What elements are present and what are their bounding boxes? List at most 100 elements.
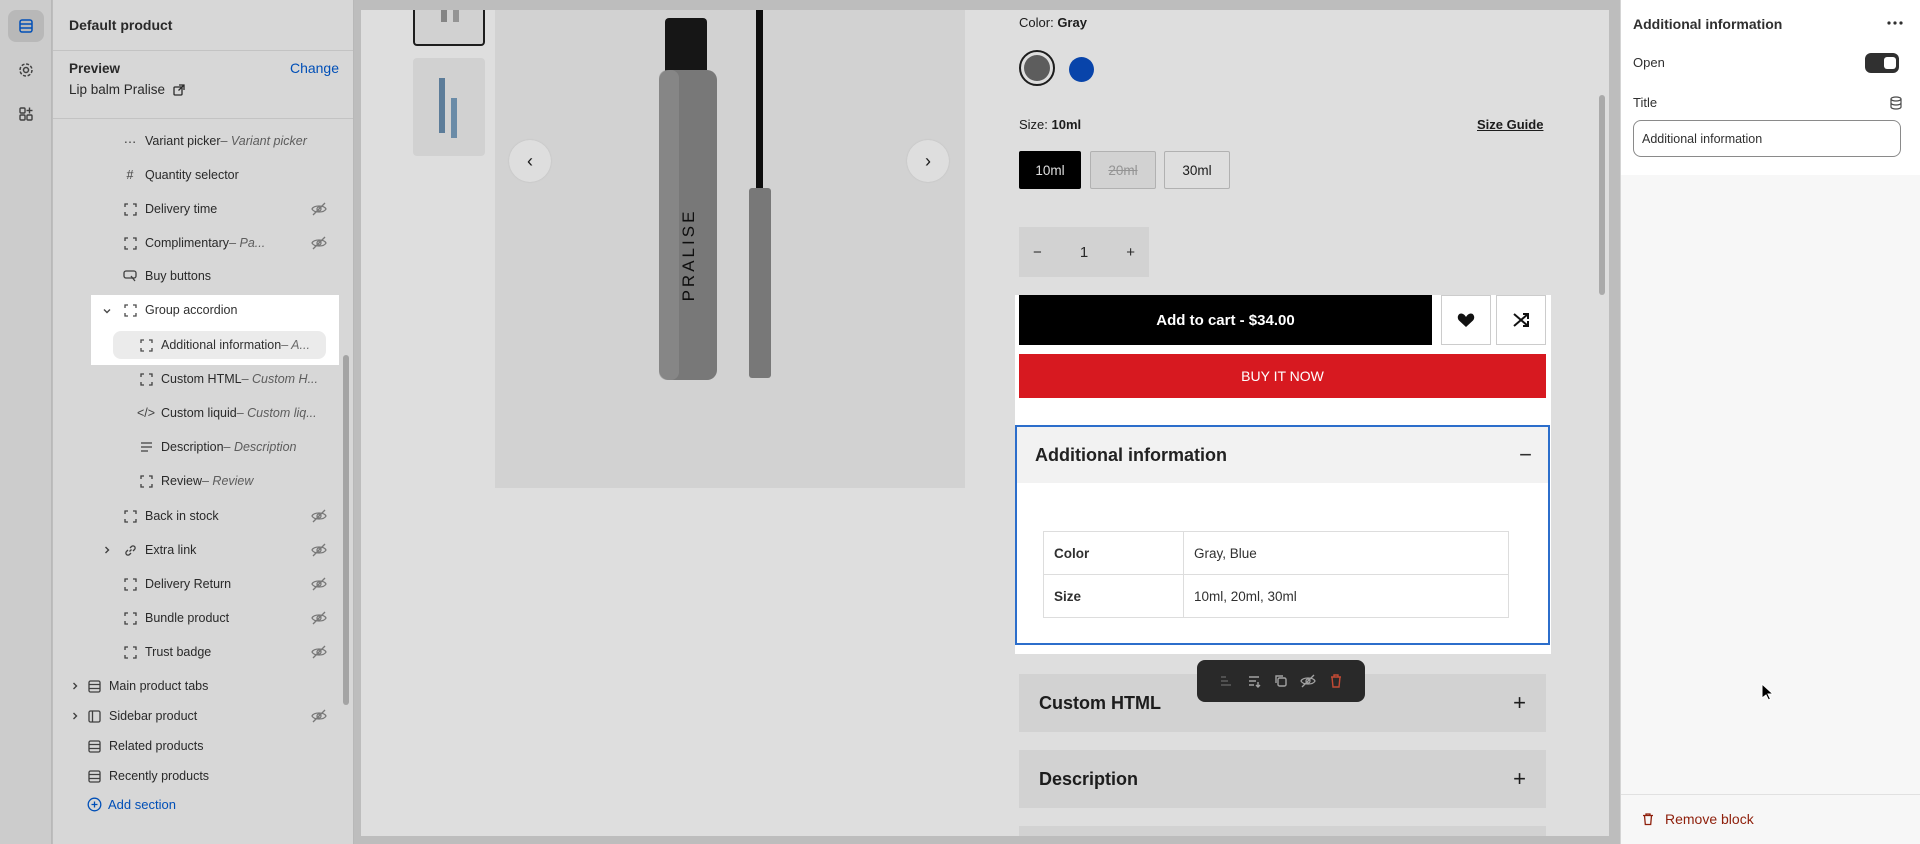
tree-item-extra-link[interactable]: Extra link xyxy=(123,537,196,563)
swatch-blue[interactable] xyxy=(1069,57,1094,82)
accordion-description[interactable]: Description + xyxy=(1019,750,1546,808)
compare-button[interactable] xyxy=(1496,295,1546,345)
preview-product-name: Lip balm Pralise xyxy=(69,82,166,97)
buy-it-now-button[interactable]: BUY IT NOW xyxy=(1019,354,1546,398)
chevron-right-icon[interactable] xyxy=(101,544,113,556)
selected-accordion-additional-info[interactable]: Additional information − Color Gray, Blu… xyxy=(1015,425,1550,645)
tree-item-custom-liquid[interactable]: </> Custom liquid – Custom liq... xyxy=(137,400,317,426)
sections-icon[interactable] xyxy=(8,10,44,42)
size-option-30ml[interactable]: 30ml xyxy=(1164,151,1230,189)
dynamic-source-icon[interactable] xyxy=(1889,96,1903,110)
preview-label: Preview xyxy=(69,61,121,76)
thumbnail-1[interactable] xyxy=(413,10,485,46)
move-down-icon[interactable] xyxy=(1246,673,1262,689)
chevron-down-icon[interactable] xyxy=(101,305,113,317)
block-icon xyxy=(123,611,137,625)
tree-item-sub: – A... xyxy=(281,338,310,352)
tree-item-quantity-selector[interactable]: # Quantity selector xyxy=(123,162,239,188)
tree-item-delivery-time[interactable]: Delivery time xyxy=(123,196,217,222)
external-link-icon[interactable] xyxy=(173,83,185,96)
hidden-eye-icon[interactable] xyxy=(311,235,327,251)
left-scrollbar[interactable] xyxy=(343,355,349,705)
hidden-eye-icon[interactable] xyxy=(311,576,327,592)
tree-item-back-in-stock[interactable]: Back in stock xyxy=(123,503,219,529)
hidden-eye-icon[interactable] xyxy=(311,644,327,660)
tree-item-trust-badge[interactable]: Trust badge xyxy=(123,639,211,665)
spec-value: 10ml, 20ml, 30ml xyxy=(1183,574,1509,618)
tree-item-main-product-tabs[interactable]: Main product tabs xyxy=(87,673,208,699)
icon-rail xyxy=(0,0,52,844)
hidden-eye-icon[interactable] xyxy=(311,201,327,217)
tree-item-sidebar-product[interactable]: Sidebar product xyxy=(87,703,197,729)
preview-product[interactable]: Lip balm Pralise xyxy=(69,82,185,97)
quantity-value[interactable]: 1 xyxy=(1080,244,1088,261)
spec-key: Size xyxy=(1043,574,1184,618)
tree-item-buy-buttons[interactable]: Buy buttons xyxy=(123,263,211,289)
quantity-plus-button[interactable]: + xyxy=(1126,244,1135,261)
accordion-title: Custom HTML xyxy=(1039,692,1161,713)
tree-item-delivery-return[interactable]: Delivery Return xyxy=(123,571,231,597)
table-row: Color Gray, Blue xyxy=(1043,531,1509,575)
hidden-eye-icon[interactable] xyxy=(311,610,327,626)
hidden-eye-icon[interactable] xyxy=(311,542,327,558)
block-icon xyxy=(123,577,137,591)
next-image-button[interactable]: › xyxy=(907,140,949,182)
open-toggle[interactable] xyxy=(1865,53,1899,73)
delete-trash-icon[interactable] xyxy=(1328,673,1344,689)
tree-item-group-accordion[interactable]: Group accordion xyxy=(123,297,237,323)
plus-icon[interactable]: + xyxy=(1513,766,1526,792)
tree-item-related-products[interactable]: Related products xyxy=(87,733,204,759)
block-icon xyxy=(139,372,153,386)
move-up-icon[interactable] xyxy=(1218,673,1234,689)
wishlist-button[interactable] xyxy=(1441,295,1491,345)
tree-item-description[interactable]: Description – Description xyxy=(139,434,296,460)
thumbnail-2[interactable] xyxy=(413,58,485,156)
section-icon xyxy=(87,769,101,783)
apps-icon[interactable] xyxy=(8,98,44,130)
tree-item-custom-html[interactable]: Custom HTML – Custom H... xyxy=(139,366,318,392)
settings-gear-icon[interactable] xyxy=(8,54,44,86)
tree-item-bundle-product[interactable]: Bundle product xyxy=(123,605,229,631)
hidden-eye-icon[interactable] xyxy=(311,708,327,724)
tree-item-label: Main product tabs xyxy=(109,679,209,693)
size-option-20ml[interactable]: 20ml xyxy=(1090,151,1156,189)
tree-item-label: Additional information xyxy=(161,338,282,352)
tree-item-complimentary[interactable]: Complimentary – Pa... xyxy=(123,230,265,256)
color-label: Color: xyxy=(1019,15,1054,30)
tree-item-recently-products[interactable]: Recently products xyxy=(87,763,209,789)
preview-change-link[interactable]: Change xyxy=(290,60,339,76)
size-guide-link[interactable]: Size Guide xyxy=(1477,117,1543,132)
tree-item-label: Quantity selector xyxy=(145,168,239,182)
minus-icon[interactable]: − xyxy=(1519,442,1532,468)
color-label-row: Color: Gray xyxy=(1019,15,1087,30)
quantity-minus-button[interactable]: − xyxy=(1033,244,1042,261)
plus-icon[interactable]: + xyxy=(1513,690,1526,716)
add-to-cart-button[interactable]: Add to cart - $34.00 xyxy=(1019,295,1432,345)
block-toolbar xyxy=(1197,660,1365,702)
remove-block-button[interactable]: Remove block xyxy=(1641,811,1754,827)
chevron-right-icon[interactable] xyxy=(69,710,81,722)
tree-item-additional-information[interactable]: Additional information – A... xyxy=(139,332,310,358)
canvas-scrollbar[interactable] xyxy=(1599,95,1605,295)
prev-image-button[interactable]: ‹ xyxy=(509,140,551,182)
hidden-eye-icon[interactable] xyxy=(311,508,327,524)
accordion-next[interactable] xyxy=(1019,826,1546,836)
color-value: Gray xyxy=(1057,15,1087,30)
title-label: Title xyxy=(1633,95,1658,110)
add-section-button[interactable]: Add section xyxy=(87,797,176,812)
settings-title: Additional information xyxy=(1633,16,1783,32)
tree-item-label: Group accordion xyxy=(145,303,238,317)
chevron-right-icon[interactable] xyxy=(69,680,81,692)
accordion-title: Description xyxy=(1039,768,1139,789)
hide-eye-icon[interactable] xyxy=(1300,673,1317,689)
tree-item-review[interactable]: Review – Review xyxy=(139,468,253,494)
title-input[interactable] xyxy=(1633,120,1901,157)
duplicate-icon[interactable] xyxy=(1273,673,1289,689)
brand-text: PRALISE xyxy=(679,209,698,302)
size-option-10ml[interactable]: 10ml xyxy=(1019,151,1081,189)
tree-item-label: Custom liquid xyxy=(161,406,237,420)
accordion-header[interactable]: Additional information − xyxy=(1017,427,1548,483)
more-options-icon[interactable] xyxy=(1887,20,1903,26)
swatch-gray[interactable] xyxy=(1019,50,1055,86)
tree-item-variant-picker[interactable]: ⋯ Variant picker – Variant picker xyxy=(123,128,307,154)
